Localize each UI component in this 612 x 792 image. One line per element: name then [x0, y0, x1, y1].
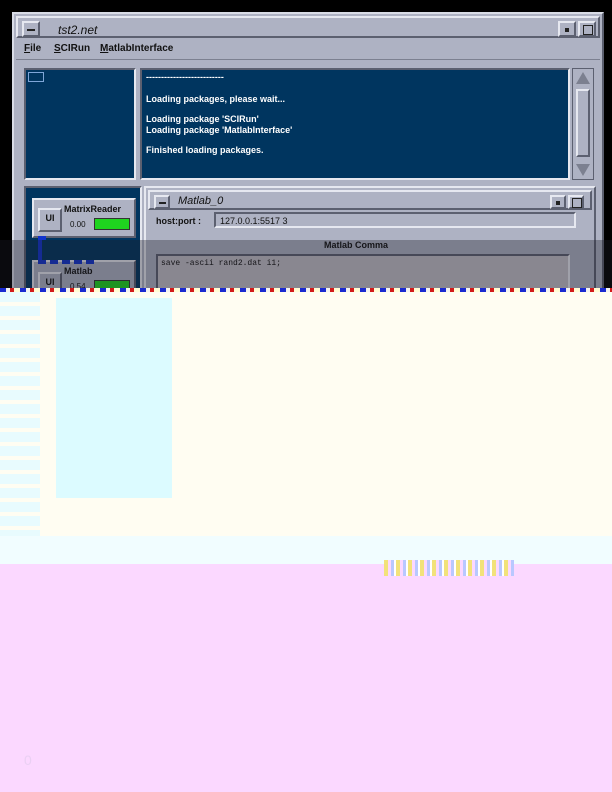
- host-port-input[interactable]: 127.0.0.1:5517 3: [214, 212, 576, 228]
- log-line: Loading packages, please wait...: [146, 94, 286, 104]
- log-line: Loading package 'SCIRun': [146, 114, 259, 124]
- log-line: Loading package 'MatlabInterface': [146, 125, 293, 135]
- message-log: -------------------------- Loading packa…: [140, 68, 570, 180]
- network-overview[interactable]: [24, 68, 136, 180]
- minimize-button[interactable]: [558, 21, 576, 37]
- module-matrixreader[interactable]: UI MatrixReader 0.00: [32, 198, 136, 240]
- dialog-minimize-button[interactable]: [550, 195, 566, 209]
- scroll-up-icon[interactable]: [576, 72, 590, 84]
- host-label: host:port :: [156, 216, 201, 226]
- maximize-button[interactable]: [578, 21, 596, 37]
- log-line: --------------------------: [146, 72, 224, 82]
- stray-mark: 0: [24, 752, 32, 768]
- scroll-down-icon[interactable]: [576, 164, 590, 176]
- log-scrollbar[interactable]: [572, 68, 594, 180]
- dialog-maximize-button[interactable]: [568, 195, 584, 209]
- minimize-icon: [556, 201, 560, 205]
- corrupted-region: [0, 564, 612, 792]
- glitch-band: [0, 240, 612, 290]
- ui-button[interactable]: UI: [38, 208, 62, 232]
- minimize-icon: [565, 28, 569, 32]
- window-menu-button[interactable]: [22, 21, 40, 37]
- menubar: File SCIRun MatlabInterface: [16, 40, 600, 60]
- viewport-indicator[interactable]: [28, 72, 44, 82]
- module-title: MatrixReader: [64, 204, 122, 214]
- module-time: 0.00: [70, 220, 86, 229]
- corrupted-strip: [0, 292, 40, 572]
- maximize-icon: [572, 198, 582, 208]
- corrupted-strip: [0, 536, 612, 564]
- dialog-title: Matlab_0: [178, 195, 224, 207]
- corrupted-block: [56, 298, 172, 498]
- scroll-thumb[interactable]: [576, 89, 590, 157]
- menu-matlabinterface[interactable]: MatlabInterface: [100, 43, 173, 54]
- corrupted-noise: [384, 560, 514, 576]
- menu-file[interactable]: File: [24, 43, 41, 54]
- window-title: tst2.net: [58, 23, 98, 37]
- maximize-icon: [583, 25, 593, 35]
- menu-scirun[interactable]: SCIRun: [54, 43, 90, 54]
- dialog-menu-button[interactable]: [154, 195, 170, 209]
- log-line: Finished loading packages.: [146, 145, 264, 155]
- title-bar[interactable]: tst2.net: [16, 16, 600, 38]
- dialog-title-bar[interactable]: Matlab_0: [148, 190, 592, 210]
- progress-bar: [94, 218, 130, 230]
